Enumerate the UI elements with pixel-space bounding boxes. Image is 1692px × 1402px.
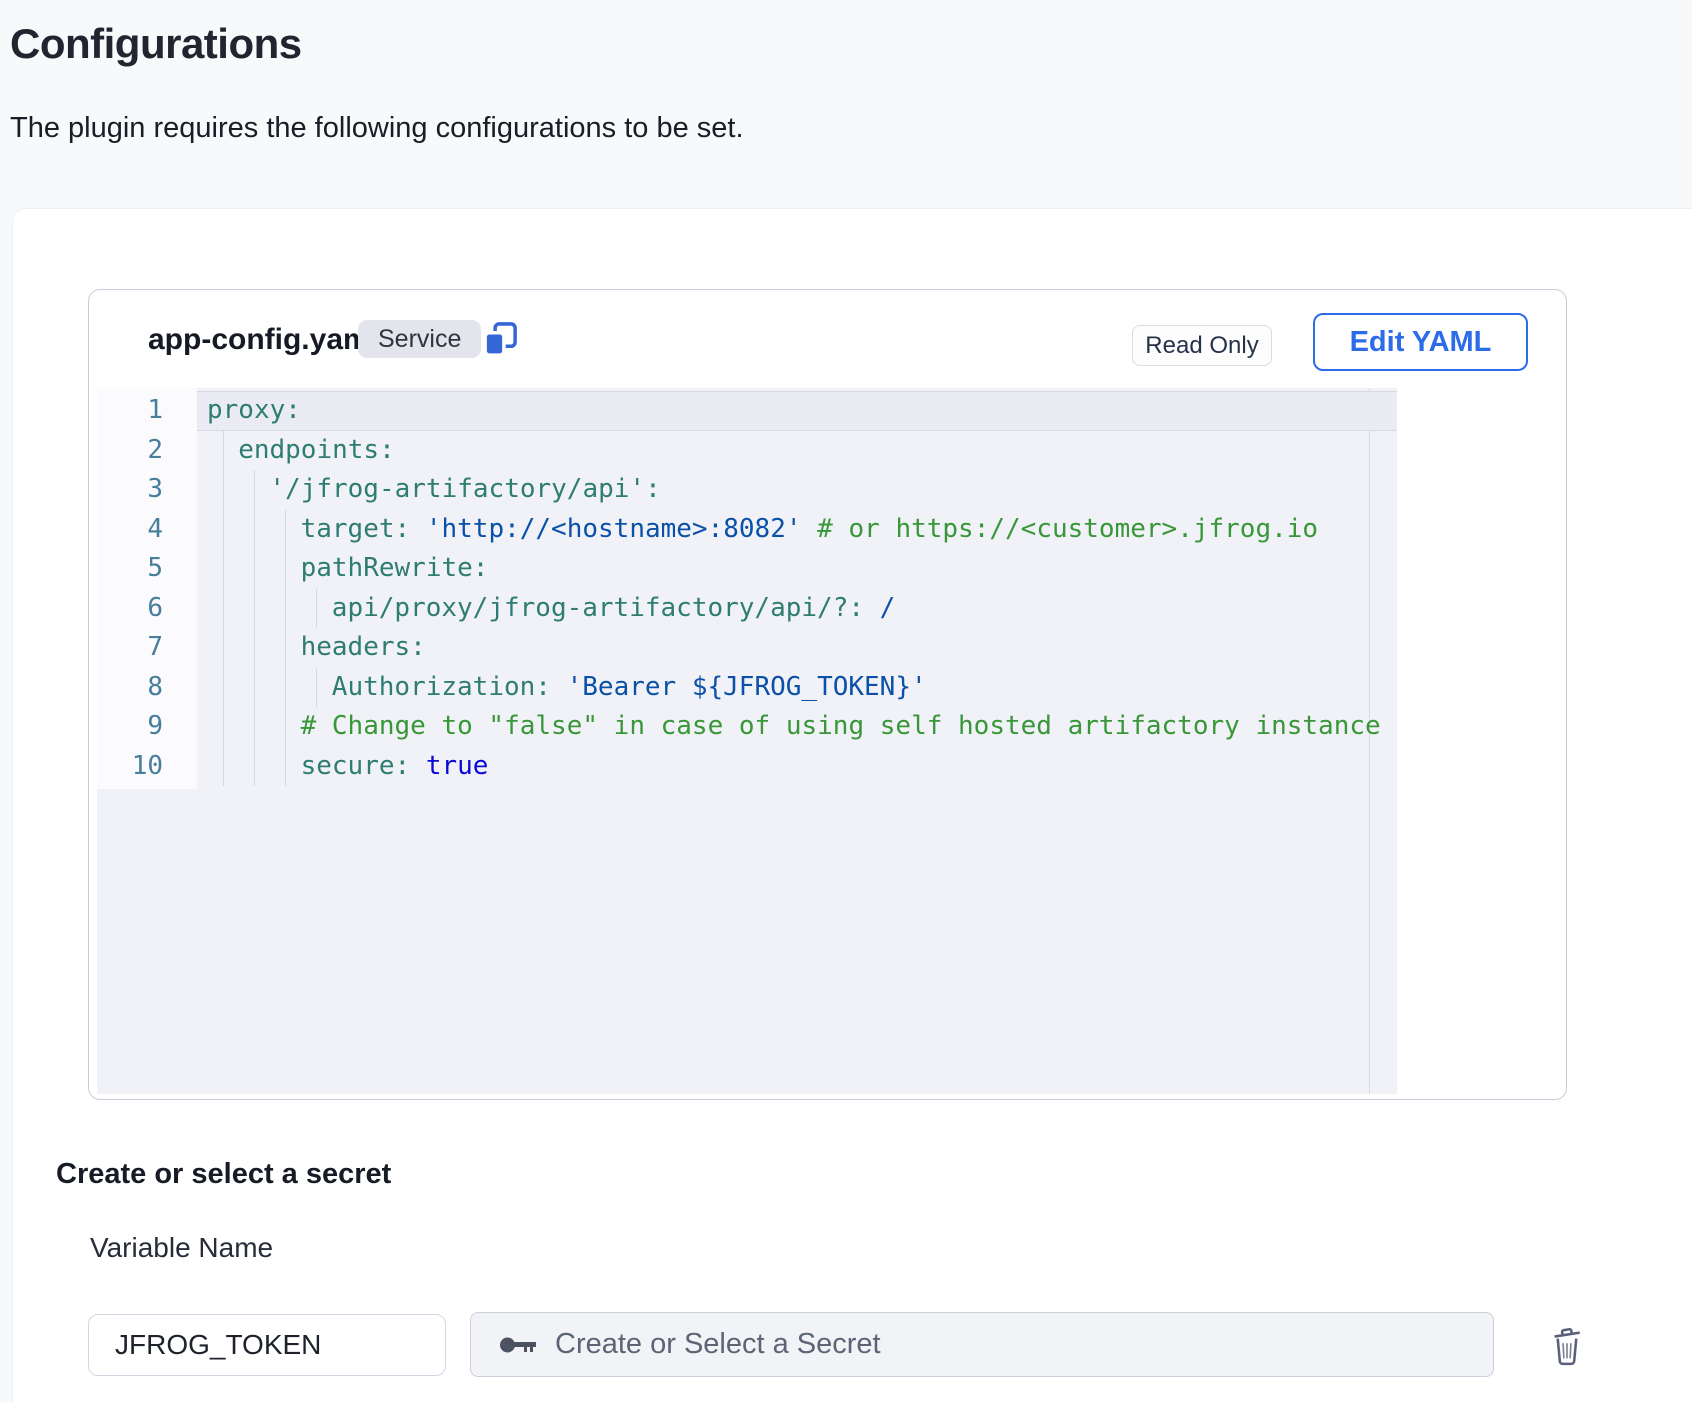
- indent-guide: [223, 549, 224, 589]
- line-number: 9: [97, 707, 197, 747]
- copy-icon: [481, 349, 521, 364]
- indent-guide: [254, 549, 255, 589]
- line-number: 1: [97, 391, 197, 431]
- code-line: endpoints:: [197, 431, 1397, 471]
- indent-guide: [223, 510, 224, 550]
- code-line: Authorization: 'Bearer ${JFROG_TOKEN}': [197, 668, 1397, 708]
- gutter-numbers: 12345678910: [97, 391, 197, 786]
- indent-guide: [223, 589, 224, 629]
- code-line: secure: true: [197, 747, 1397, 787]
- secret-select[interactable]: Create or Select a Secret: [470, 1312, 1494, 1377]
- code-line: target: 'http://<hostname>:8082' # or ht…: [197, 510, 1397, 550]
- indent-guide: [223, 747, 224, 787]
- variable-name-label: Variable Name: [90, 1232, 273, 1264]
- line-number: 4: [97, 510, 197, 550]
- code-line: # Change to "false" in case of using sel…: [197, 707, 1397, 747]
- read-only-button[interactable]: Read Only: [1132, 325, 1272, 366]
- indent-guide: [285, 549, 286, 589]
- code-line: api/proxy/jfrog-artifactory/api/?: /: [197, 589, 1397, 629]
- code-line: pathRewrite:: [197, 549, 1397, 589]
- indent-guide: [254, 510, 255, 550]
- secret-select-placeholder: Create or Select a Secret: [555, 1328, 881, 1361]
- code-rows: proxy:endpoints:'/jfrog-artifactory/api'…: [197, 391, 1397, 786]
- delete-secret-button[interactable]: [1541, 1318, 1593, 1374]
- copy-button[interactable]: [481, 321, 521, 361]
- indent-guide: [254, 668, 255, 708]
- code-line: proxy:: [197, 391, 1397, 431]
- yaml-editor[interactable]: 12345678910 proxy:endpoints:'/jfrog-arti…: [97, 388, 1397, 1094]
- indent-guide: [254, 589, 255, 629]
- indent-guide: [223, 470, 224, 510]
- indent-guide: [254, 470, 255, 510]
- service-badge: Service: [358, 320, 481, 358]
- config-card: app-config.yaml Service Read Only Edit Y…: [88, 289, 1567, 1100]
- secret-section-heading: Create or select a secret: [56, 1158, 391, 1191]
- line-number: 3: [97, 470, 197, 510]
- variable-name-input[interactable]: [88, 1314, 446, 1376]
- indent-guide: [285, 628, 286, 668]
- indent-guide: [285, 668, 286, 708]
- line-number: 8: [97, 668, 197, 708]
- indent-guide: [316, 589, 317, 629]
- line-number: 2: [97, 431, 197, 471]
- line-number: 7: [97, 628, 197, 668]
- indent-guide: [223, 431, 224, 471]
- edit-yaml-button[interactable]: Edit YAML: [1313, 313, 1528, 371]
- page-title: Configurations: [10, 20, 302, 68]
- indent-guide: [223, 628, 224, 668]
- indent-guide: [223, 668, 224, 708]
- indent-guide: [285, 589, 286, 629]
- indent-guide: [223, 707, 224, 747]
- page-subtitle: The plugin requires the following config…: [10, 112, 744, 145]
- indent-guide: [316, 668, 317, 708]
- indent-guide: [285, 707, 286, 747]
- indent-guide: [285, 747, 286, 787]
- line-number: 6: [97, 589, 197, 629]
- key-icon: [499, 1334, 537, 1356]
- config-filename: app-config.yaml: [148, 320, 378, 360]
- indent-guide: [254, 747, 255, 787]
- indent-guide: [254, 707, 255, 747]
- indent-guide: [254, 628, 255, 668]
- indent-guide: [285, 510, 286, 550]
- code-line: '/jfrog-artifactory/api':: [197, 470, 1397, 510]
- trash-icon: [1548, 1355, 1586, 1370]
- line-number: 10: [97, 747, 197, 787]
- code-line: headers:: [197, 628, 1397, 668]
- line-number: 5: [97, 549, 197, 589]
